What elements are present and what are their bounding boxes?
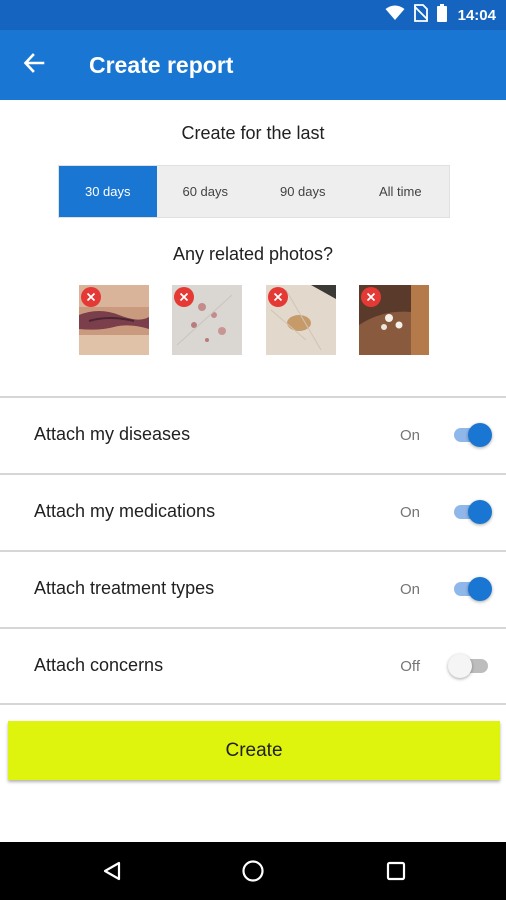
attach-diseases-row[interactable]: Attach my diseases On <box>0 398 506 473</box>
photos-label: Any related photos? <box>172 244 334 264</box>
app-bar: Create report <box>0 30 506 100</box>
battery-icon <box>436 3 447 27</box>
toggle-thumb <box>468 577 492 601</box>
attach-medications-row[interactable]: Attach my medications On <box>0 475 506 550</box>
close-icon <box>273 292 283 302</box>
page-title: Create report <box>89 52 234 78</box>
attach-treatment-types-toggle[interactable] <box>448 573 492 605</box>
period-option-30-days[interactable]: 30 days <box>59 166 157 217</box>
photo-thumbnail[interactable] <box>266 285 336 355</box>
remove-photo-button[interactable] <box>81 287 101 307</box>
period-option-all-time[interactable]: All time <box>352 166 450 217</box>
create-button[interactable]: Create <box>8 721 500 780</box>
photo-thumbnail[interactable] <box>172 285 242 355</box>
no-sim-icon <box>412 3 429 27</box>
toggle-thumb <box>468 423 492 447</box>
photo-list <box>79 285 429 355</box>
row-state: On <box>399 504 420 521</box>
attach-diseases-toggle[interactable] <box>448 419 492 451</box>
photo-thumbnail[interactable] <box>359 285 429 355</box>
close-icon <box>179 292 189 302</box>
row-label: Attach treatment types <box>34 578 215 598</box>
remove-photo-button[interactable] <box>268 287 288 307</box>
attach-concerns-row[interactable]: Attach concerns Off <box>0 629 506 704</box>
attach-medications-toggle[interactable] <box>448 496 492 528</box>
period-option-60-days[interactable]: 60 days <box>157 166 255 217</box>
navigation-bar <box>0 842 506 900</box>
row-state: Off <box>400 658 420 675</box>
period-selector: 30 days 60 days 90 days All time <box>58 165 450 218</box>
nav-home-button[interactable] <box>238 856 268 886</box>
divider <box>0 703 506 705</box>
attach-concerns-toggle[interactable] <box>448 650 492 682</box>
status-icons: 14:04 <box>385 3 496 27</box>
remove-photo-button[interactable] <box>361 287 381 307</box>
wifi-icon <box>385 5 405 26</box>
toggle-thumb <box>468 500 492 524</box>
row-state: On <box>399 581 420 598</box>
period-option-90-days[interactable]: 90 days <box>254 166 352 217</box>
close-icon <box>86 292 96 302</box>
nav-recents-button[interactable] <box>381 856 411 886</box>
row-label: Attach concerns <box>34 655 164 675</box>
nav-back-button[interactable] <box>97 856 127 886</box>
toggle-thumb <box>448 654 472 678</box>
home-circle-icon <box>242 860 264 882</box>
back-triangle-icon <box>103 861 121 881</box>
row-state: On <box>399 427 420 444</box>
photo-thumbnail[interactable] <box>79 285 149 355</box>
close-icon <box>366 292 376 302</box>
period-label: Create for the last <box>181 123 325 143</box>
arrow-back-icon <box>23 52 45 79</box>
recents-square-icon <box>386 861 406 881</box>
row-label: Attach my medications <box>34 501 216 521</box>
status-bar: 14:04 <box>0 0 506 30</box>
back-button[interactable] <box>16 47 52 83</box>
row-label: Attach my diseases <box>34 424 191 444</box>
remove-photo-button[interactable] <box>174 287 194 307</box>
status-time: 14:04 <box>457 6 496 24</box>
attach-treatment-types-row[interactable]: Attach treatment types On <box>0 552 506 627</box>
